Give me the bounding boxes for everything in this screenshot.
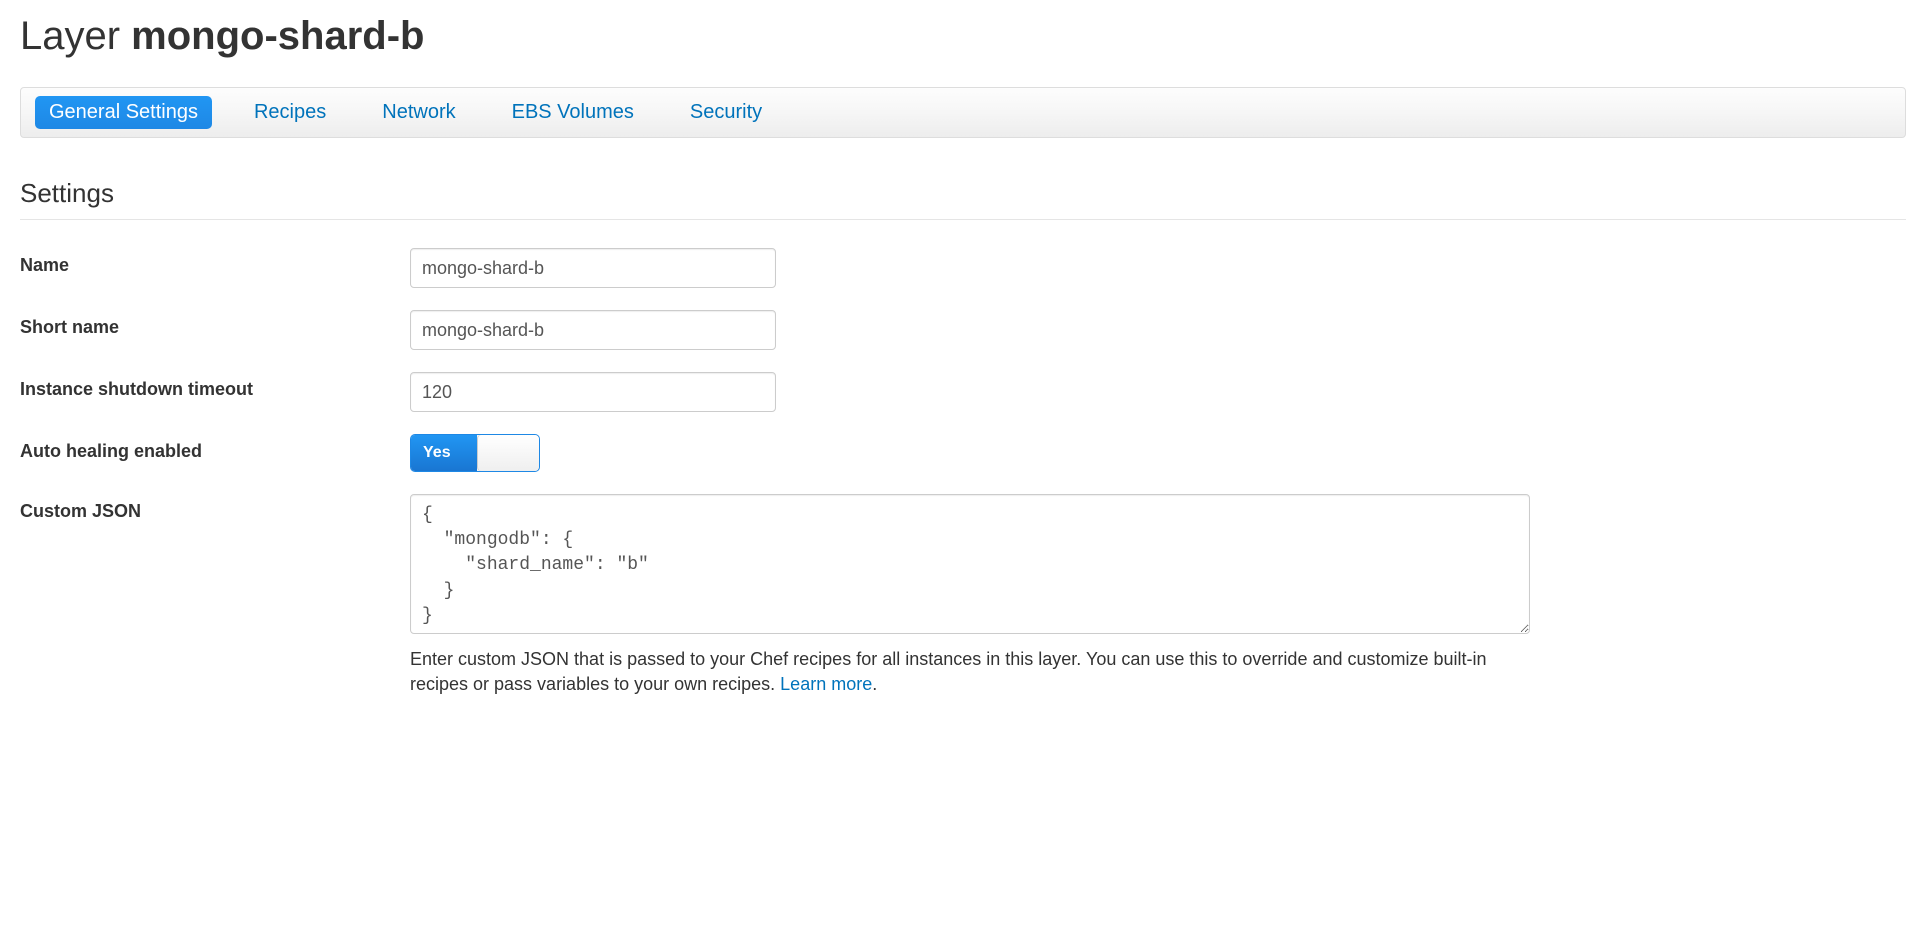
tab-security[interactable]: Security — [676, 96, 776, 129]
label-autoheal: Auto healing enabled — [20, 434, 410, 462]
link-learn-more[interactable]: Learn more — [780, 674, 872, 694]
textarea-customjson[interactable] — [410, 494, 1530, 634]
input-shortname[interactable] — [410, 310, 776, 350]
tab-general-settings[interactable]: General Settings — [35, 96, 212, 129]
tab-network[interactable]: Network — [368, 96, 469, 129]
label-name: Name — [20, 248, 410, 276]
row-autoheal: Auto healing enabled Yes — [20, 434, 1906, 472]
input-name[interactable] — [410, 248, 776, 288]
label-timeout: Instance shutdown timeout — [20, 372, 410, 400]
help-customjson: Enter custom JSON that is passed to your… — [410, 647, 1530, 697]
toggle-autoheal-on-label: Yes — [411, 435, 477, 471]
section-title: Settings — [20, 178, 1906, 209]
row-customjson: Custom JSON Enter custom JSON that is pa… — [20, 494, 1906, 697]
help-customjson-text: Enter custom JSON that is passed to your… — [410, 649, 1487, 694]
toggle-autoheal-knob — [477, 435, 539, 471]
label-shortname: Short name — [20, 310, 410, 338]
label-customjson: Custom JSON — [20, 494, 410, 522]
tab-bar: General Settings Recipes Network EBS Vol… — [20, 87, 1906, 138]
input-timeout[interactable] — [410, 372, 776, 412]
page-title-prefix: Layer — [20, 14, 131, 58]
page-title: Layer mongo-shard-b — [20, 14, 1906, 59]
row-shortname: Short name — [20, 310, 1906, 350]
row-name: Name — [20, 248, 1906, 288]
tab-recipes[interactable]: Recipes — [240, 96, 340, 129]
tab-ebs-volumes[interactable]: EBS Volumes — [498, 96, 648, 129]
page-title-name: mongo-shard-b — [131, 14, 424, 58]
row-timeout: Instance shutdown timeout — [20, 372, 1906, 412]
section-divider — [20, 219, 1906, 220]
toggle-autoheal[interactable]: Yes — [410, 434, 540, 472]
